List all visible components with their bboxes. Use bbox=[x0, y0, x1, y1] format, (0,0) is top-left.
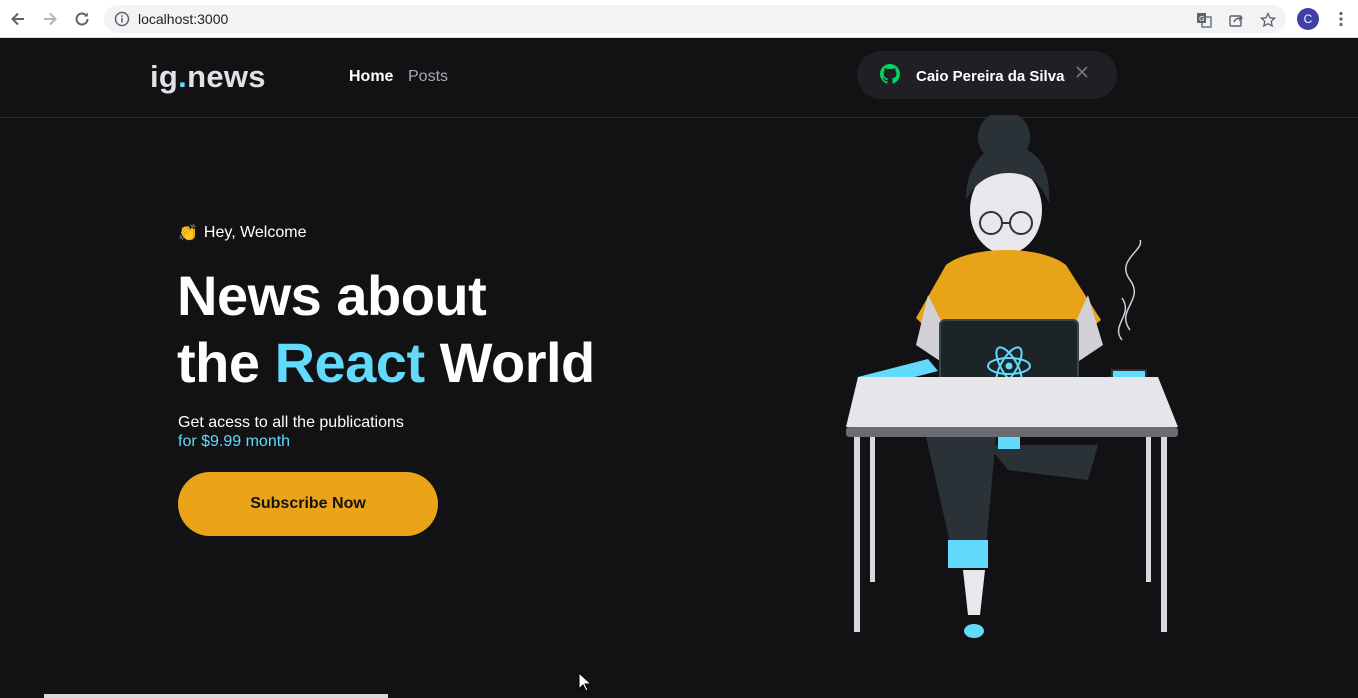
translate-icon: G bbox=[1197, 13, 1212, 28]
clap-icon: 👏 bbox=[178, 225, 198, 242]
welcome-line: 👏 Hey, Welcome bbox=[178, 223, 306, 243]
girl-coding-illustration bbox=[846, 115, 1178, 638]
site-header: ig.news Home Posts Caio Pereira da Silva bbox=[0, 38, 1358, 118]
horizontal-scrollbar[interactable] bbox=[44, 694, 388, 698]
share-button[interactable] bbox=[1227, 11, 1245, 29]
profile-avatar[interactable]: C bbox=[1297, 8, 1319, 30]
more-vert-icon bbox=[1339, 11, 1343, 27]
logo-text-rest: news bbox=[187, 59, 266, 94]
headline-world: World bbox=[439, 331, 596, 394]
mouse-cursor-icon bbox=[578, 672, 592, 692]
back-button[interactable] bbox=[6, 7, 30, 31]
subscription-description: Get acess to all the publications bbox=[178, 414, 404, 431]
subscribe-button[interactable]: Subscribe Now bbox=[178, 472, 438, 536]
info-icon bbox=[114, 11, 130, 27]
bookmark-button[interactable] bbox=[1259, 11, 1277, 29]
arrow-left-icon bbox=[11, 12, 24, 26]
svg-text:G: G bbox=[1199, 15, 1204, 23]
headline-accent: React bbox=[274, 331, 426, 394]
nav-home[interactable]: Home bbox=[349, 68, 393, 86]
arrow-right-icon bbox=[44, 12, 57, 26]
headline-line1: News about bbox=[177, 264, 487, 327]
github-icon bbox=[880, 64, 900, 84]
headline-the: the bbox=[177, 331, 260, 394]
close-icon[interactable] bbox=[1075, 65, 1089, 79]
url-text: localhost:3000 bbox=[138, 11, 229, 27]
welcome-text: Hey, Welcome bbox=[203, 224, 307, 241]
forward-button[interactable] bbox=[38, 7, 62, 31]
logo-text: ig bbox=[150, 59, 179, 94]
site-logo[interactable]: ig.news bbox=[150, 59, 266, 95]
hero-headline: News about the React World bbox=[177, 262, 595, 396]
translate-button[interactable]: G bbox=[1195, 11, 1213, 29]
address-bar[interactable]: localhost:3000 G bbox=[104, 5, 1286, 33]
signin-github-button[interactable]: Caio Pereira da Silva bbox=[857, 51, 1117, 99]
reload-button[interactable] bbox=[70, 7, 94, 31]
reload-icon bbox=[75, 12, 89, 26]
browser-toolbar: localhost:3000 G C bbox=[0, 0, 1358, 38]
star-icon bbox=[1260, 12, 1276, 28]
subscription-price: for $9.99 month bbox=[178, 433, 291, 450]
share-icon bbox=[1229, 14, 1244, 27]
logo-dot: . bbox=[178, 59, 188, 94]
nav-posts[interactable]: Posts bbox=[408, 68, 448, 86]
user-name: Caio Pereira da Silva bbox=[916, 68, 1065, 85]
browser-menu-button[interactable] bbox=[1331, 9, 1351, 29]
